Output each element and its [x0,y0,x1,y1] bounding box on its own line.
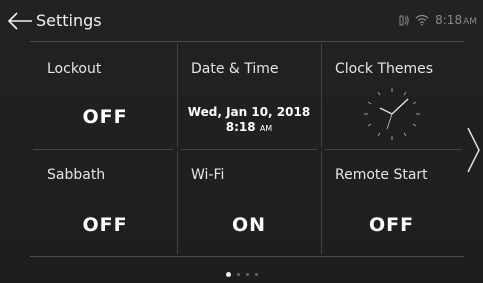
time-ampm: AM [259,124,273,133]
tile-date-time[interactable]: Date & Time Wed, Jan 10, 2018 8:18 AM [177,44,321,149]
top-bar: Settings 8:18AM [0,0,483,40]
chevron-right-icon [467,127,480,173]
page-dot[interactable] [245,273,249,276]
tile-clock-themes[interactable]: Clock Themes [321,44,462,149]
tile-value: OFF [82,106,128,128]
tile-remote-start[interactable]: Remote Start OFF [321,150,462,254]
page-dot[interactable] [225,272,231,277]
remote-signal-icon [399,14,409,26]
back-arrow-icon [7,12,32,30]
time-value: 8:18 [225,120,256,134]
status-time-ampm: AM [463,17,477,27]
tile-label: Lockout [47,61,102,77]
tile-label: Clock Themes [335,61,434,77]
page-title: Settings [36,11,102,30]
tile-value: OFF [368,214,415,236]
tile-sabbath[interactable]: Sabbath OFF [33,150,177,254]
top-divider [30,41,464,42]
screen: Settings 8:18AM Lockout OFF Date & Time … [0,0,483,280]
page-indicator [0,264,483,277]
date-time-display: Wed, Jan 10, 2018 8:18 AM [177,105,321,136]
tile-wifi[interactable]: Wi-Fi ON [177,150,321,254]
tile-value: ON [231,214,267,236]
status-time-value: 8:18 [435,13,463,27]
status-time: 8:18AM [435,13,477,27]
wifi-icon [415,14,429,26]
tile-label: Sabbath [47,167,106,183]
tile-lockout[interactable]: Lockout OFF [33,44,177,149]
date-text: Wed, Jan 10, 2018 [187,105,311,119]
bottom-divider [30,256,464,257]
tile-label: Wi-Fi [191,167,225,183]
tile-label: Date & Time [191,61,279,77]
time-text: 8:18 AM [177,120,321,136]
tile-value: OFF [82,214,128,236]
status-area: 8:18AM [399,13,477,27]
page-dot[interactable] [254,273,258,276]
page-dot[interactable] [236,273,240,276]
analog-clock-icon [364,88,420,140]
back-button[interactable] [6,10,34,32]
next-page-button[interactable] [464,125,482,175]
tile-label: Remote Start [335,167,428,183]
